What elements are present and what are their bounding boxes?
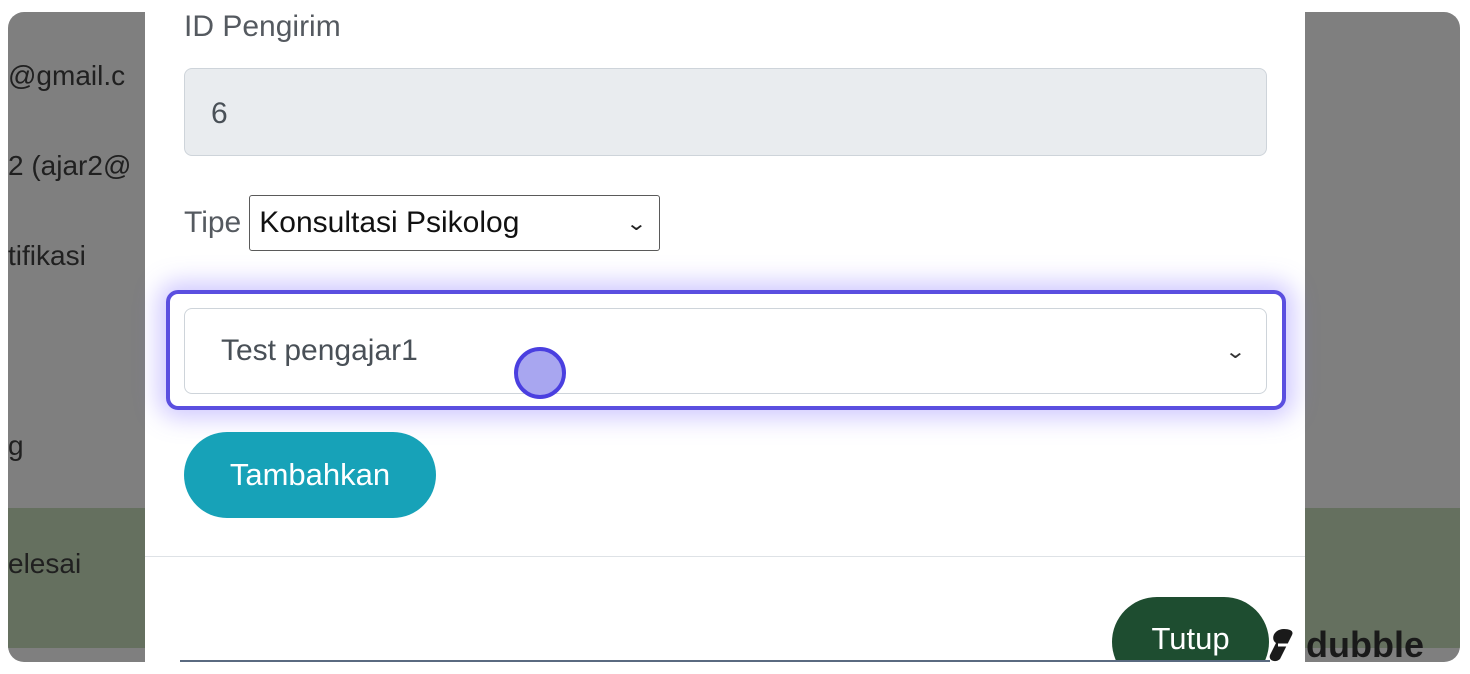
modal-dialog: ID Pengirim 6 Tipe Konsultasi Psikolog ⌄… [145,12,1305,662]
backdrop-status-text: elesai [8,548,82,579]
type-select[interactable]: Konsultasi Psikolog ⌄ [249,195,661,251]
sender-id-field: 6 [184,68,1267,156]
modal-footer-divider [145,556,1305,557]
dubble-watermark: dubble [1262,624,1424,666]
modal-bottom-border [180,660,1270,662]
type-row: Tipe Konsultasi Psikolog ⌄ [184,195,661,251]
watermark-text: dubble [1306,624,1424,665]
type-label: Tipe [184,206,242,239]
add-button[interactable]: Tambahkan [184,432,436,518]
chevron-down-icon: ⌄ [625,212,648,235]
cursor-indicator [514,347,566,399]
sender-id-label: ID Pengirim [184,12,341,43]
backdrop-fragment-text: g [8,430,24,461]
close-button[interactable]: Tutup [1112,597,1269,662]
dubble-logo-icon [1269,629,1293,662]
chevron-down-icon: ⌄ [1224,340,1247,363]
screen-frame: @gmail.c 2 (ajar2@ tifikasi g elesai ID … [8,12,1460,662]
teacher-select[interactable]: Test pengajar1 ⌄ [184,308,1267,394]
type-select-value: Konsultasi Psikolog [259,206,520,239]
backdrop-user-text: 2 (ajar2@ [8,150,132,181]
backdrop-email-text: @gmail.c [8,60,126,91]
teacher-select-value: Test pengajar1 [221,334,418,367]
backdrop-notification-text: tifikasi [8,240,86,271]
